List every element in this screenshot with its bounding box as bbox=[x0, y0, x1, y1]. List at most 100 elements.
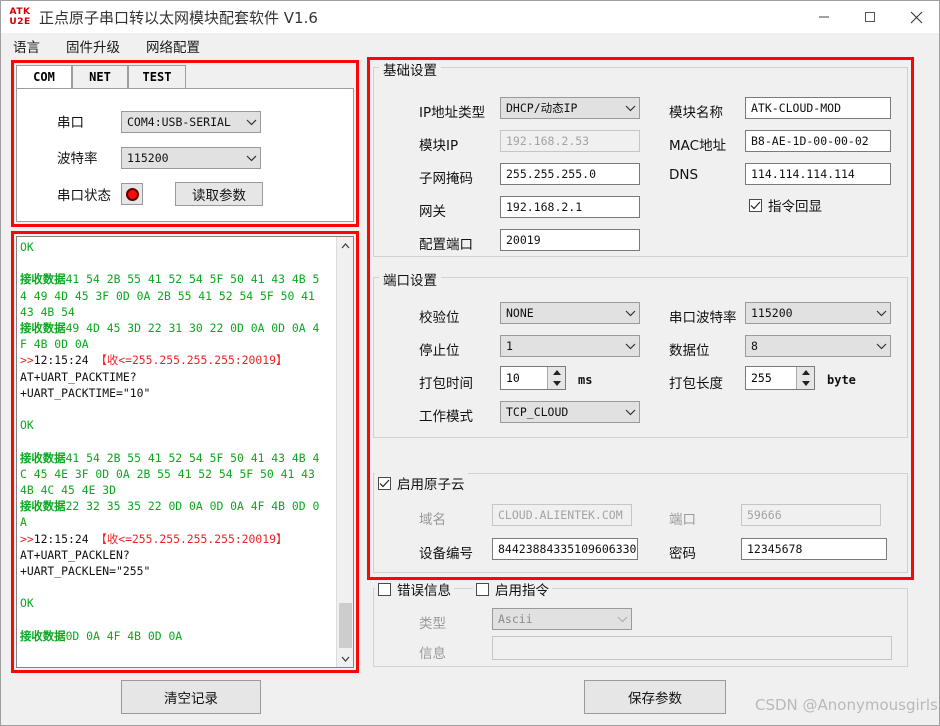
save-params-button[interactable]: 保存参数 bbox=[584, 680, 726, 714]
menu-item-firmware-upgrade[interactable]: 固件升级 bbox=[66, 36, 120, 56]
stop-bits-label: 停止位 bbox=[419, 343, 460, 359]
pack-length-unit: byte bbox=[827, 373, 856, 387]
log-text: OK 接收数据41 54 2B 55 41 52 54 5F 50 41 43 … bbox=[20, 240, 322, 643]
pack-time-unit: ms bbox=[578, 373, 593, 387]
echo-checkbox[interactable] bbox=[749, 198, 762, 212]
device-id-field[interactable]: 84423884335109606330 bbox=[492, 538, 638, 560]
port-settings-title: 端口设置 bbox=[379, 269, 441, 289]
error-message-label: 信息 bbox=[419, 646, 446, 662]
watermark: CSDN @Anonymousgirls bbox=[755, 696, 938, 714]
mac-address-field[interactable]: B8-AE-1D-00-00-02 bbox=[745, 130, 891, 152]
serial-baud-value: 115200 bbox=[751, 306, 793, 320]
scroll-down-icon[interactable] bbox=[337, 650, 353, 667]
enable-cloud-checkbox[interactable] bbox=[378, 476, 391, 490]
module-ip-field[interactable]: 192.168.2.53 bbox=[500, 130, 640, 152]
chevron-down-icon bbox=[872, 310, 890, 317]
module-name-field[interactable]: ATK-CLOUD-MOD bbox=[745, 97, 891, 119]
ip-type-value: DHCP/动态IP bbox=[506, 101, 578, 115]
stop-bits-select[interactable]: 1 bbox=[500, 335, 640, 357]
work-mode-select[interactable]: TCP_CLOUD bbox=[500, 401, 640, 423]
parity-select[interactable]: NONE bbox=[500, 302, 640, 324]
data-bits-select[interactable]: 8 bbox=[745, 335, 891, 357]
app-logo-icon: ATK U2E bbox=[7, 5, 33, 29]
stop-bits-value: 1 bbox=[506, 339, 513, 353]
pack-length-value: 255 bbox=[751, 371, 772, 385]
pack-time-label: 打包时间 bbox=[419, 376, 473, 392]
stepper-up-icon[interactable] bbox=[797, 367, 814, 378]
ip-type-label: IP地址类型 bbox=[419, 105, 486, 121]
stepper-down-icon[interactable] bbox=[548, 378, 565, 389]
error-type-select[interactable]: Ascii bbox=[492, 608, 632, 630]
error-info-label: 错误信息 bbox=[397, 583, 451, 599]
echo-checkbox-row[interactable]: 指令回显 bbox=[746, 195, 825, 215]
enable-cloud-label: 启用原子云 bbox=[397, 477, 465, 493]
dns-label: DNS bbox=[669, 167, 699, 183]
dns-field[interactable]: 114.114.114.114 bbox=[745, 163, 891, 185]
stepper-up-icon[interactable] bbox=[548, 367, 565, 378]
read-params-button[interactable]: 读取参数 bbox=[175, 182, 263, 206]
data-bits-label: 数据位 bbox=[669, 343, 710, 359]
log-output[interactable]: OK 接收数据41 54 2B 55 41 52 54 5F 50 41 43 … bbox=[16, 236, 354, 668]
stepper-buttons[interactable] bbox=[796, 367, 814, 389]
chevron-down-icon bbox=[621, 343, 639, 350]
device-id-label: 设备编号 bbox=[419, 546, 473, 562]
cloud-port-label: 端口 bbox=[669, 512, 696, 528]
baud-rate-value: 115200 bbox=[127, 151, 169, 165]
cloud-domain-label: 域名 bbox=[419, 512, 446, 528]
error-info-checkbox[interactable] bbox=[378, 582, 391, 596]
baud-rate-select[interactable]: 115200 bbox=[121, 147, 261, 169]
tab-net[interactable]: NET bbox=[72, 65, 128, 89]
data-bits-value: 8 bbox=[751, 339, 758, 353]
enable-command-checkbox[interactable] bbox=[476, 582, 489, 596]
ip-type-select[interactable]: DHCP/动态IP bbox=[500, 97, 640, 119]
gateway-field[interactable]: 192.168.2.1 bbox=[500, 196, 640, 218]
scrollbar-thumb[interactable] bbox=[339, 603, 352, 648]
password-field[interactable]: 12345678 bbox=[741, 538, 887, 560]
chevron-down-icon bbox=[242, 155, 260, 162]
log-scrollbar[interactable] bbox=[336, 237, 353, 667]
config-port-label: 配置端口 bbox=[419, 237, 473, 253]
error-info-checkbox-row[interactable]: 错误信息 bbox=[375, 579, 454, 599]
tab-com[interactable]: COM bbox=[16, 65, 72, 89]
parity-value: NONE bbox=[506, 306, 534, 320]
close-icon[interactable] bbox=[893, 1, 939, 33]
maximize-icon[interactable] bbox=[847, 1, 893, 33]
baud-rate-label: 波特率 bbox=[57, 151, 98, 167]
serial-port-select[interactable]: COM4:USB-SERIAL bbox=[121, 111, 261, 133]
led-dot bbox=[125, 187, 139, 201]
baud-rate-row: 波特率 bbox=[57, 147, 125, 167]
serial-port-value: COM4:USB-SERIAL bbox=[127, 115, 231, 129]
password-label: 密码 bbox=[669, 546, 696, 562]
serial-status-led-icon bbox=[121, 183, 143, 205]
stepper-buttons[interactable] bbox=[547, 367, 565, 389]
serial-status-label: 串口状态 bbox=[57, 188, 111, 204]
serial-baud-label: 串口波特率 bbox=[669, 310, 737, 326]
menu-item-network-config[interactable]: 网络配置 bbox=[146, 36, 200, 56]
basic-settings-group bbox=[373, 67, 908, 257]
error-type-label: 类型 bbox=[419, 616, 446, 632]
cloud-port-field[interactable]: 59666 bbox=[741, 504, 881, 526]
error-message-field[interactable] bbox=[492, 636, 892, 660]
config-port-field[interactable]: 20019 bbox=[500, 229, 640, 251]
clear-log-button[interactable]: 清空记录 bbox=[121, 680, 261, 714]
connection-tabs: COM NET TEST bbox=[16, 65, 354, 89]
subnet-mask-field[interactable]: 255.255.255.0 bbox=[500, 163, 640, 185]
chevron-down-icon bbox=[621, 310, 639, 317]
serial-baud-select[interactable]: 115200 bbox=[745, 302, 891, 324]
cloud-domain-field[interactable]: CLOUD.ALIENTEK.COM bbox=[492, 504, 632, 526]
minimize-icon[interactable] bbox=[801, 1, 847, 33]
serial-port-row: 串口 bbox=[57, 111, 125, 131]
chevron-down-icon bbox=[621, 409, 639, 416]
stepper-down-icon[interactable] bbox=[797, 378, 814, 389]
pack-time-stepper[interactable]: 10 bbox=[500, 366, 566, 390]
menu-item-language[interactable]: 语言 bbox=[13, 36, 40, 56]
pack-time-value: 10 bbox=[506, 371, 520, 385]
work-mode-value: TCP_CLOUD bbox=[506, 405, 569, 419]
scroll-up-icon[interactable] bbox=[337, 237, 353, 254]
tab-test[interactable]: TEST bbox=[128, 65, 186, 89]
chevron-down-icon bbox=[872, 343, 890, 350]
window-title: 正点原子串口转以太网模块配套软件 V1.6 bbox=[39, 9, 318, 27]
enable-cloud-checkbox-row[interactable]: 启用原子云 bbox=[375, 473, 468, 493]
pack-length-stepper[interactable]: 255 bbox=[745, 366, 815, 390]
enable-command-checkbox-row[interactable]: 启用指令 bbox=[473, 579, 552, 599]
